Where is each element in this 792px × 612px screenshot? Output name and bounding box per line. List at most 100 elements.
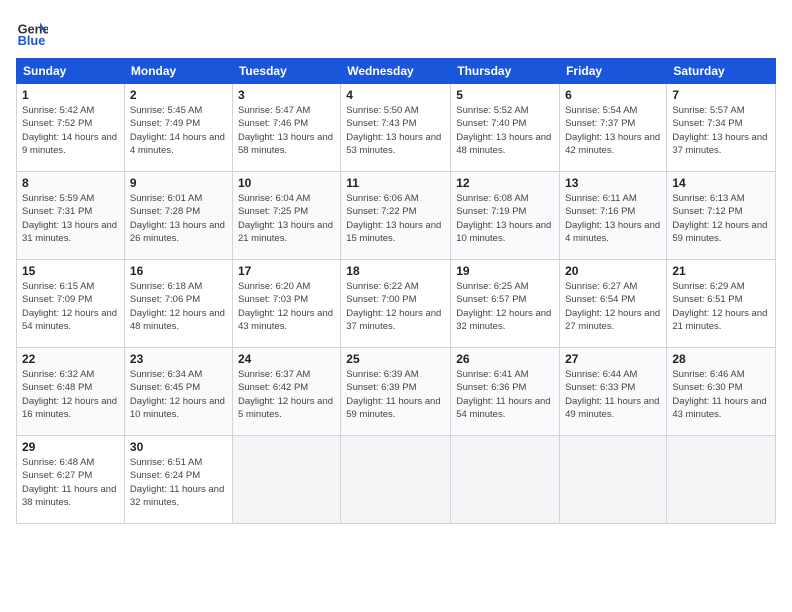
day-number: 19: [456, 264, 554, 278]
day-number: 1: [22, 88, 119, 102]
day-number: 20: [565, 264, 661, 278]
day-number: 9: [130, 176, 227, 190]
day-number: 25: [346, 352, 445, 366]
table-row: 21 Sunrise: 6:29 AMSunset: 6:51 PMDaylig…: [667, 260, 776, 348]
day-number: 5: [456, 88, 554, 102]
day-number: 8: [22, 176, 119, 190]
day-detail: Sunrise: 6:08 AMSunset: 7:19 PMDaylight:…: [456, 193, 551, 244]
calendar-week-row: 1 Sunrise: 5:42 AMSunset: 7:52 PMDayligh…: [17, 84, 776, 172]
header-saturday: Saturday: [667, 59, 776, 84]
table-row: 16 Sunrise: 6:18 AMSunset: 7:06 PMDaylig…: [124, 260, 232, 348]
day-detail: Sunrise: 5:50 AMSunset: 7:43 PMDaylight:…: [346, 105, 441, 156]
header-wednesday: Wednesday: [341, 59, 451, 84]
table-row: 1 Sunrise: 5:42 AMSunset: 7:52 PMDayligh…: [17, 84, 125, 172]
table-row: 7 Sunrise: 5:57 AMSunset: 7:34 PMDayligh…: [667, 84, 776, 172]
logo-icon: General Blue: [16, 16, 48, 48]
day-detail: Sunrise: 6:11 AMSunset: 7:16 PMDaylight:…: [565, 193, 660, 244]
table-row: 17 Sunrise: 6:20 AMSunset: 7:03 PMDaylig…: [232, 260, 340, 348]
table-row: [560, 436, 667, 524]
day-detail: Sunrise: 6:41 AMSunset: 6:36 PMDaylight:…: [456, 369, 550, 420]
table-row: 12 Sunrise: 6:08 AMSunset: 7:19 PMDaylig…: [451, 172, 560, 260]
day-number: 18: [346, 264, 445, 278]
day-detail: Sunrise: 6:32 AMSunset: 6:48 PMDaylight:…: [22, 369, 117, 420]
table-row: 15 Sunrise: 6:15 AMSunset: 7:09 PMDaylig…: [17, 260, 125, 348]
day-detail: Sunrise: 6:13 AMSunset: 7:12 PMDaylight:…: [672, 193, 767, 244]
weekday-header-row: Sunday Monday Tuesday Wednesday Thursday…: [17, 59, 776, 84]
calendar-week-row: 8 Sunrise: 5:59 AMSunset: 7:31 PMDayligh…: [17, 172, 776, 260]
day-number: 2: [130, 88, 227, 102]
day-detail: Sunrise: 5:54 AMSunset: 7:37 PMDaylight:…: [565, 105, 660, 156]
table-row: 9 Sunrise: 6:01 AMSunset: 7:28 PMDayligh…: [124, 172, 232, 260]
day-number: 22: [22, 352, 119, 366]
day-number: 28: [672, 352, 770, 366]
calendar-week-row: 29 Sunrise: 6:48 AMSunset: 6:27 PMDaylig…: [17, 436, 776, 524]
day-detail: Sunrise: 6:46 AMSunset: 6:30 PMDaylight:…: [672, 369, 766, 420]
table-row: 19 Sunrise: 6:25 AMSunset: 6:57 PMDaylig…: [451, 260, 560, 348]
table-row: 26 Sunrise: 6:41 AMSunset: 6:36 PMDaylig…: [451, 348, 560, 436]
day-number: 6: [565, 88, 661, 102]
table-row: 11 Sunrise: 6:06 AMSunset: 7:22 PMDaylig…: [341, 172, 451, 260]
table-row: 5 Sunrise: 5:52 AMSunset: 7:40 PMDayligh…: [451, 84, 560, 172]
table-row: 24 Sunrise: 6:37 AMSunset: 6:42 PMDaylig…: [232, 348, 340, 436]
header-tuesday: Tuesday: [232, 59, 340, 84]
table-row: 2 Sunrise: 5:45 AMSunset: 7:49 PMDayligh…: [124, 84, 232, 172]
day-number: 7: [672, 88, 770, 102]
table-row: 28 Sunrise: 6:46 AMSunset: 6:30 PMDaylig…: [667, 348, 776, 436]
day-number: 3: [238, 88, 335, 102]
day-number: 11: [346, 176, 445, 190]
table-row: 25 Sunrise: 6:39 AMSunset: 6:39 PMDaylig…: [341, 348, 451, 436]
table-row: [451, 436, 560, 524]
calendar-table: Sunday Monday Tuesday Wednesday Thursday…: [16, 58, 776, 524]
logo: General Blue: [16, 16, 48, 48]
day-detail: Sunrise: 6:51 AMSunset: 6:24 PMDaylight:…: [130, 457, 224, 508]
table-row: 3 Sunrise: 5:47 AMSunset: 7:46 PMDayligh…: [232, 84, 340, 172]
day-detail: Sunrise: 6:25 AMSunset: 6:57 PMDaylight:…: [456, 281, 551, 332]
day-detail: Sunrise: 6:18 AMSunset: 7:06 PMDaylight:…: [130, 281, 225, 332]
table-row: 14 Sunrise: 6:13 AMSunset: 7:12 PMDaylig…: [667, 172, 776, 260]
day-detail: Sunrise: 6:37 AMSunset: 6:42 PMDaylight:…: [238, 369, 333, 420]
table-row: 22 Sunrise: 6:32 AMSunset: 6:48 PMDaylig…: [17, 348, 125, 436]
day-detail: Sunrise: 6:06 AMSunset: 7:22 PMDaylight:…: [346, 193, 441, 244]
day-number: 27: [565, 352, 661, 366]
svg-text:Blue: Blue: [18, 33, 46, 48]
day-detail: Sunrise: 6:34 AMSunset: 6:45 PMDaylight:…: [130, 369, 225, 420]
day-detail: Sunrise: 5:59 AMSunset: 7:31 PMDaylight:…: [22, 193, 117, 244]
day-detail: Sunrise: 5:57 AMSunset: 7:34 PMDaylight:…: [672, 105, 767, 156]
calendar-week-row: 15 Sunrise: 6:15 AMSunset: 7:09 PMDaylig…: [17, 260, 776, 348]
table-row: 23 Sunrise: 6:34 AMSunset: 6:45 PMDaylig…: [124, 348, 232, 436]
header-friday: Friday: [560, 59, 667, 84]
header-sunday: Sunday: [17, 59, 125, 84]
table-row: 4 Sunrise: 5:50 AMSunset: 7:43 PMDayligh…: [341, 84, 451, 172]
header-monday: Monday: [124, 59, 232, 84]
day-detail: Sunrise: 6:22 AMSunset: 7:00 PMDaylight:…: [346, 281, 441, 332]
table-row: [667, 436, 776, 524]
day-number: 21: [672, 264, 770, 278]
table-row: 20 Sunrise: 6:27 AMSunset: 6:54 PMDaylig…: [560, 260, 667, 348]
day-detail: Sunrise: 5:47 AMSunset: 7:46 PMDaylight:…: [238, 105, 333, 156]
day-number: 15: [22, 264, 119, 278]
day-detail: Sunrise: 6:29 AMSunset: 6:51 PMDaylight:…: [672, 281, 767, 332]
table-row: 10 Sunrise: 6:04 AMSunset: 7:25 PMDaylig…: [232, 172, 340, 260]
calendar-week-row: 22 Sunrise: 6:32 AMSunset: 6:48 PMDaylig…: [17, 348, 776, 436]
day-detail: Sunrise: 5:45 AMSunset: 7:49 PMDaylight:…: [130, 105, 225, 156]
day-number: 23: [130, 352, 227, 366]
table-row: 27 Sunrise: 6:44 AMSunset: 6:33 PMDaylig…: [560, 348, 667, 436]
day-detail: Sunrise: 5:42 AMSunset: 7:52 PMDaylight:…: [22, 105, 117, 156]
table-row: 6 Sunrise: 5:54 AMSunset: 7:37 PMDayligh…: [560, 84, 667, 172]
table-row: 18 Sunrise: 6:22 AMSunset: 7:00 PMDaylig…: [341, 260, 451, 348]
table-row: [341, 436, 451, 524]
day-detail: Sunrise: 6:39 AMSunset: 6:39 PMDaylight:…: [346, 369, 440, 420]
day-number: 16: [130, 264, 227, 278]
header-thursday: Thursday: [451, 59, 560, 84]
day-detail: Sunrise: 6:01 AMSunset: 7:28 PMDaylight:…: [130, 193, 225, 244]
table-row: 13 Sunrise: 6:11 AMSunset: 7:16 PMDaylig…: [560, 172, 667, 260]
day-number: 24: [238, 352, 335, 366]
day-number: 30: [130, 440, 227, 454]
day-detail: Sunrise: 6:20 AMSunset: 7:03 PMDaylight:…: [238, 281, 333, 332]
table-row: 8 Sunrise: 5:59 AMSunset: 7:31 PMDayligh…: [17, 172, 125, 260]
day-detail: Sunrise: 5:52 AMSunset: 7:40 PMDaylight:…: [456, 105, 551, 156]
day-detail: Sunrise: 6:48 AMSunset: 6:27 PMDaylight:…: [22, 457, 116, 508]
table-row: 29 Sunrise: 6:48 AMSunset: 6:27 PMDaylig…: [17, 436, 125, 524]
day-number: 4: [346, 88, 445, 102]
day-number: 12: [456, 176, 554, 190]
